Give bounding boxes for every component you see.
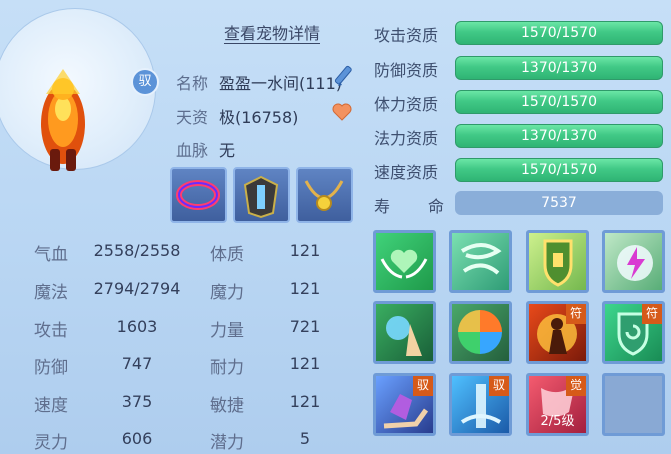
bloodline-value: 无 (219, 141, 236, 160)
talent-value: 极(16758) (219, 108, 299, 127)
speed-aptitude-label: 速度资质 (374, 163, 439, 182)
stat-potential-label: 潜力 (210, 433, 244, 453)
equip-slot-armor[interactable] (233, 167, 290, 223)
awaken-level-text: 2/5级 (540, 414, 575, 429)
stat-spirit-value: 606 (121, 429, 153, 448)
talent-label: 天资 (176, 108, 209, 127)
stat-potential-value: 5 (299, 429, 311, 448)
skill-slot-awaken[interactable]: 觉 2/5级 (526, 373, 589, 436)
stat-speed-value: 375 (121, 392, 153, 411)
stat-endurance-value: 121 (289, 354, 321, 373)
necklace-icon (304, 180, 344, 211)
view-pet-details-link[interactable]: 查看宠物详情 (196, 20, 348, 44)
heart-icon[interactable] (332, 102, 352, 122)
life-value-bar: 7537 (455, 191, 663, 215)
bound-tag-1: 驭 (413, 376, 433, 396)
skill-slot-8[interactable]: 符 (602, 301, 665, 364)
pet-sprite (41, 69, 85, 171)
skill-slot-2[interactable] (449, 230, 512, 293)
pet-name-value: 盈盈一水间(111) (219, 74, 343, 93)
rename-pen-icon[interactable] (334, 64, 360, 90)
lightning-orb-icon (617, 245, 653, 281)
defense-aptitude-label: 防御资质 (374, 61, 439, 80)
stat-strength-label: 力量 (210, 321, 244, 341)
bound-badge-icon: 驭 (133, 70, 157, 94)
skill-slot-empty[interactable] (602, 373, 665, 436)
stat-defense-label: 防御 (34, 358, 68, 378)
skill-slot-5[interactable] (373, 301, 436, 364)
name-label: 名称 (176, 74, 209, 93)
attack-aptitude-bar: 1570/1570 (455, 21, 663, 45)
stat-magic-power-value: 121 (289, 279, 321, 298)
bound-tag-2: 驭 (489, 376, 509, 396)
skill-slot-4[interactable] (602, 230, 665, 293)
stamina-aptitude-bar: 1570/1570 (455, 90, 663, 114)
stat-attack-label: 攻击 (34, 321, 68, 341)
skill-slot-1[interactable] (373, 230, 436, 293)
stat-strength-value: 721 (289, 317, 321, 336)
skill-slot-7[interactable]: 符 (526, 301, 589, 364)
rune-badge-shield: 符 (642, 304, 662, 324)
defense-aptitude-bar: 1370/1370 (455, 56, 663, 80)
magic-aptitude-label: 法力资质 (374, 129, 439, 148)
equip-slot-collar[interactable] (170, 167, 227, 223)
equip-slot-necklace[interactable] (296, 167, 353, 223)
stat-agility-value: 121 (289, 392, 321, 411)
stat-constitution-label: 体质 (210, 245, 244, 265)
stat-hp-label: 气血 (34, 245, 68, 265)
attack-aptitude-label: 攻击资质 (374, 26, 439, 45)
armor-icon (243, 175, 279, 219)
skill-slot-9[interactable]: 驭 (373, 373, 436, 436)
stat-constitution-value: 121 (289, 241, 321, 260)
stat-hp-value: 2558/2558 (93, 241, 181, 260)
shield-emblem-icon (543, 239, 573, 287)
stat-defense-value: 747 (121, 354, 153, 373)
speed-aptitude-bar: 1570/1570 (455, 158, 663, 182)
stat-attack-value: 1603 (116, 317, 158, 336)
stat-spirit-label: 灵力 (34, 433, 68, 453)
stamina-aptitude-label: 体力资质 (374, 95, 439, 114)
stat-mp-value: 2794/2794 (93, 279, 181, 298)
stat-mp-label: 魔法 (34, 283, 68, 303)
water-hand-icon (386, 316, 422, 356)
heart-wings-icon (380, 249, 428, 279)
skill-slot-10[interactable]: 驭 (449, 373, 512, 436)
awaken-tag: 觉 (566, 376, 586, 396)
life-label-b: 命 (428, 197, 445, 216)
wind-spirit-icon (460, 243, 502, 275)
life-label-a: 寿 (374, 197, 391, 216)
stat-agility-label: 敏捷 (210, 396, 244, 416)
magic-aptitude-bar: 1370/1370 (455, 124, 663, 148)
skill-slot-3[interactable] (526, 230, 589, 293)
collar-icon (176, 180, 220, 210)
stat-endurance-label: 耐力 (210, 358, 244, 378)
elements-icon (458, 310, 502, 354)
skill-slot-6[interactable] (449, 301, 512, 364)
stat-magic-power-label: 魔力 (210, 283, 244, 303)
stat-speed-label: 速度 (34, 396, 68, 416)
bloodline-label: 血脉 (176, 141, 209, 160)
rune-badge-fire: 符 (566, 304, 586, 324)
